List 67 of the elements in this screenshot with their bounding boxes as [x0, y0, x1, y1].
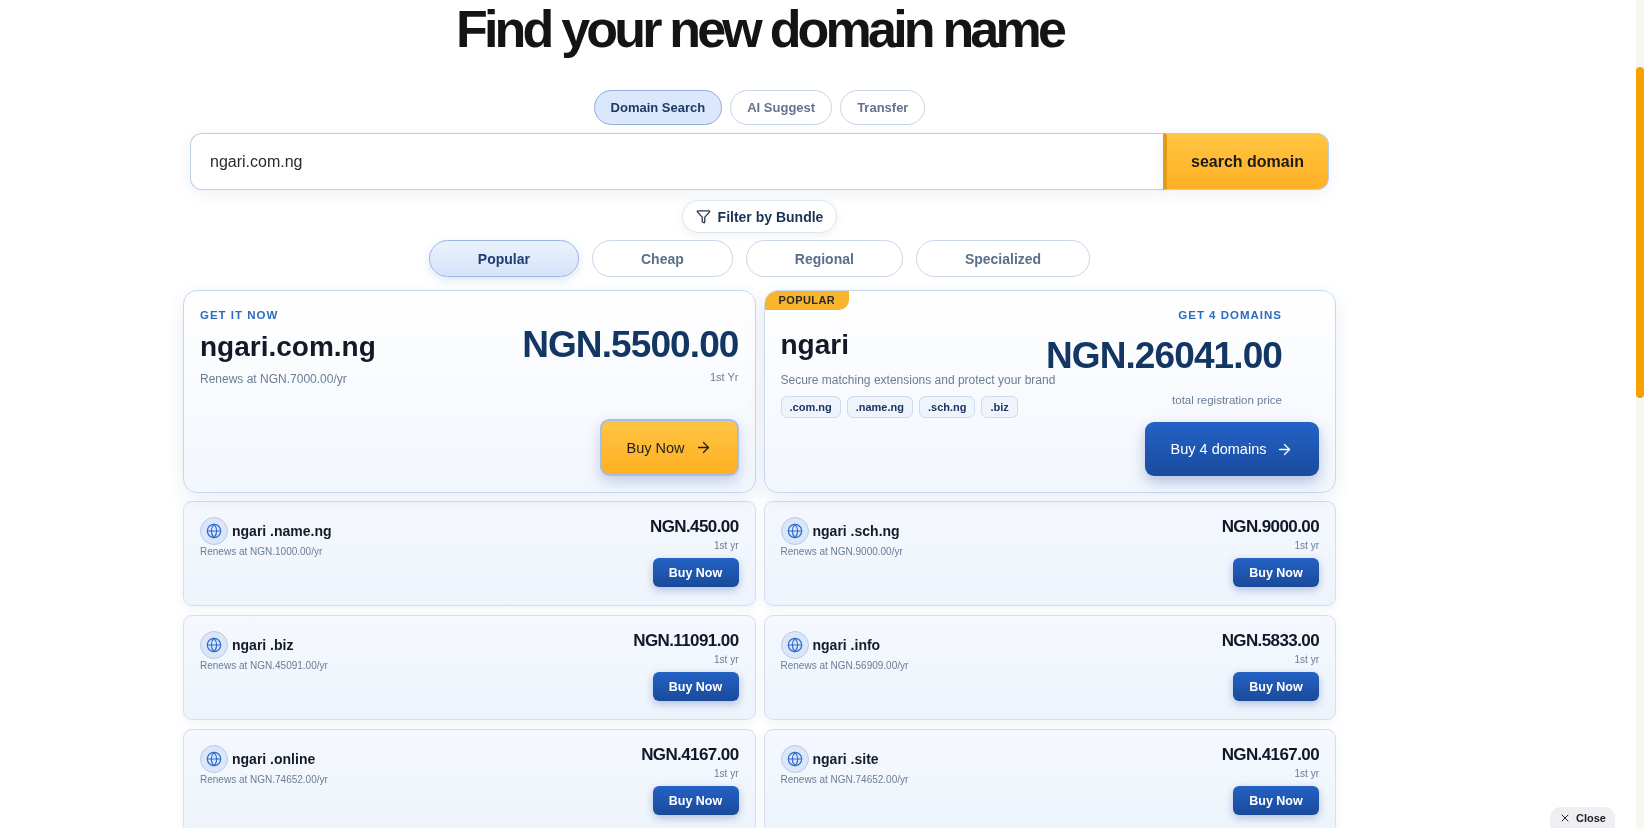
buy-now-button[interactable]: Buy Now	[1233, 558, 1319, 587]
renewal-text: Renews at NGN.74652.00/yr	[200, 773, 328, 787]
extension-tag: .com.ng	[780, 396, 841, 418]
buy-now-button[interactable]: Buy Now	[1233, 672, 1319, 701]
renewal-text: Renews at NGN.74652.00/yr	[780, 773, 909, 787]
renewal-text: Renews at NGN.56909.00/yr	[780, 659, 909, 673]
mode-tab[interactable]: Transfer	[840, 90, 926, 125]
close-button[interactable]: Close	[1550, 807, 1615, 828]
period-text: 1st yr	[1294, 767, 1319, 781]
globe-icon	[780, 745, 809, 773]
extension-tag: .biz	[981, 396, 1018, 418]
buy-now-button[interactable]: Buy Now	[652, 786, 739, 815]
renewal-text: Renews at NGN.1000.00/yr	[200, 545, 323, 559]
domain-name: ngari .biz	[232, 637, 294, 653]
search-button[interactable]: search domain	[1163, 133, 1329, 190]
section-label: GET IT NOW	[200, 308, 279, 322]
domain-name: ngari .online	[232, 751, 316, 767]
category-tab[interactable]: Popular	[428, 240, 579, 277]
period-text: 1st yr	[714, 653, 739, 667]
price-text: NGN.26041.00	[1045, 339, 1282, 373]
filter-button[interactable]: Filter by Bundle	[681, 200, 838, 233]
period-text: 1st Yr	[709, 370, 739, 384]
price-text: NGN.4167.00	[641, 745, 739, 765]
price-text: NGN.5500.00	[522, 325, 739, 365]
price-text: NGN.450.00	[650, 517, 739, 537]
domain-name: ngari .site	[812, 751, 879, 767]
extension-tag: .sch.ng	[918, 396, 976, 418]
buy-now-button[interactable]: Buy Now	[1233, 786, 1319, 815]
renewal-text: Renews at NGN.9000.00/yr	[780, 545, 903, 559]
bundle-name: ngari	[780, 328, 849, 362]
category-tab[interactable]: Specialized	[915, 240, 1091, 277]
buy-bundle-button[interactable]: Buy 4 domains	[1145, 422, 1319, 476]
extension-tag: .name.ng	[846, 396, 913, 418]
category-tab[interactable]: Cheap	[591, 240, 733, 277]
price-text: NGN.11091.00	[633, 631, 739, 651]
section-label: GET 4 DOMAINS	[1178, 308, 1282, 322]
period-text: 1st yr	[1294, 653, 1319, 667]
price-text: NGN.5833.00	[1221, 631, 1319, 651]
globe-icon	[200, 631, 228, 659]
domain-name: ngari .info	[812, 637, 881, 653]
mode-tab[interactable]: AI Suggest	[730, 90, 833, 125]
mode-tab[interactable]: Domain Search	[593, 90, 723, 125]
popular-badge: POPULAR	[764, 291, 850, 310]
period-text: 1st yr	[1294, 539, 1319, 553]
price-text: NGN.4167.00	[1221, 745, 1319, 765]
buy-now-button[interactable]: Buy Now	[652, 672, 739, 701]
renewal-text: Renews at NGN.7000.00/yr	[200, 371, 347, 387]
globe-icon	[200, 517, 228, 545]
scrollbar-thumb[interactable]	[1636, 67, 1644, 398]
domain-name: ngari.com.ng	[200, 330, 376, 364]
search-field[interactable]: ngari.com.ng	[190, 133, 1163, 190]
filter-icon	[695, 209, 711, 224]
globe-icon	[200, 745, 228, 773]
period-text: 1st yr	[714, 767, 739, 781]
price-note: total registration price	[1172, 393, 1282, 407]
period-text: 1st yr	[714, 539, 739, 553]
domain-name: ngari .sch.ng	[812, 523, 900, 539]
buy-now-button[interactable]: Buy Now	[599, 419, 739, 476]
renewal-text: Renews at NGN.45091.00/yr	[200, 659, 328, 673]
buy-now-button[interactable]: Buy Now	[652, 558, 739, 587]
description-text: Secure matching extensions and protect your brand	[780, 373, 1056, 387]
globe-icon	[780, 631, 809, 659]
domain-name: ngari .name.ng	[232, 523, 332, 539]
page-title: Find your new domain name	[454, 0, 1065, 58]
price-text: NGN.9000.00	[1221, 517, 1319, 537]
category-tab[interactable]: Regional	[745, 240, 903, 277]
globe-icon	[780, 517, 809, 545]
